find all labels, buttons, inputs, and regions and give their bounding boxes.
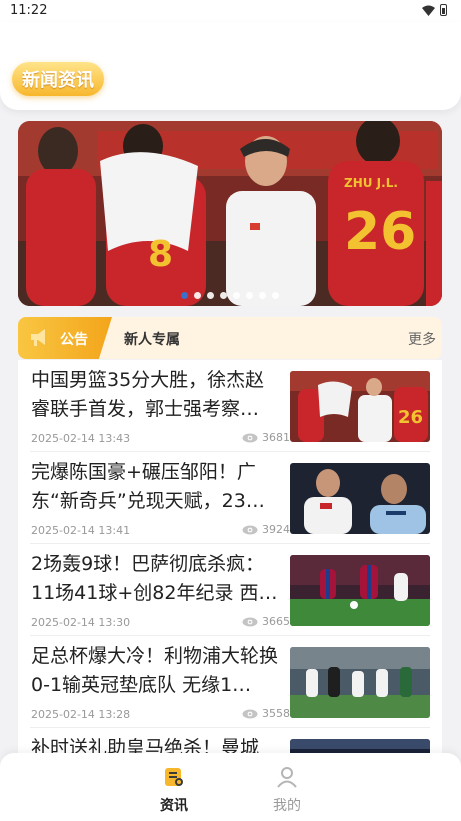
notice-label: 公告 — [60, 332, 88, 348]
news-title: 2场轰9球！巴萨彻底杀疯：11场41球+创82年纪录 西… — [31, 553, 278, 604]
news-views: 3558 — [242, 707, 290, 720]
news-date: 2025-02-14 13:43 — [31, 432, 131, 445]
page-header: 新闻资讯 — [0, 22, 461, 110]
more-link[interactable]: 更多 — [408, 329, 436, 349]
banner-carousel[interactable]: 8 ZHU J.L. 26 — [18, 121, 442, 306]
user-icon — [277, 767, 297, 788]
news-views: 3665 — [242, 615, 290, 628]
news-item[interactable]: 足总杯爆大冷！利物浦大轮换0-1输英冠垫底队 无缘1… 2025-02-14 1… — [18, 636, 442, 728]
news-icon — [165, 768, 183, 786]
wifi-icon — [422, 5, 435, 16]
news-item[interactable]: 2场轰9球！巴萨彻底杀疯：11场41球+创82年纪录 西… 2025-02-14… — [18, 544, 442, 636]
carousel-dot[interactable] — [194, 292, 201, 299]
news-thumbnail — [290, 555, 430, 626]
eye-icon — [242, 433, 258, 442]
views-count: 3681 — [262, 431, 290, 444]
status-time: 11:22 — [10, 3, 48, 18]
battery-icon — [440, 4, 447, 16]
news-thumbnail: 26 — [290, 371, 430, 442]
news-thumbnail — [290, 739, 430, 753]
eye-icon — [242, 525, 258, 534]
news-date: 2025-02-14 13:30 — [31, 616, 131, 629]
news-title: 完爆陈国豪+碾压邹阳！广东“新奇兵”兑现天赋，23… — [31, 461, 265, 512]
news-views: 3681 — [242, 431, 290, 444]
news-title: 补时送礼助皇马绝杀！曼城 — [31, 737, 260, 753]
views-count: 3924 — [262, 523, 290, 536]
jersey-name: ZHU J.L. — [344, 176, 398, 190]
carousel-dot[interactable] — [207, 292, 214, 299]
status-bar: 11:22 — [0, 0, 461, 22]
svg-text:8: 8 — [148, 234, 173, 275]
carousel-dot[interactable] — [181, 292, 188, 299]
svg-text:26: 26 — [398, 407, 423, 428]
news-list: 中国男篮35分大胜，徐杰赵睿联手首发，郭士强考察… 2025-02-14 13:… — [18, 360, 442, 753]
news-title: 足总杯爆大冷！利物浦大轮换0-1输英冠垫底队 无缘1… — [31, 645, 279, 696]
news-date: 2025-02-14 13:28 — [31, 708, 131, 721]
news-thumbnail — [290, 647, 430, 718]
bottom-tab-bar: 资讯 我的 — [0, 753, 461, 821]
news-item[interactable]: 补时送礼助皇马绝杀！曼城 — [18, 728, 442, 753]
news-date: 2025-02-14 13:41 — [31, 524, 131, 537]
news-item[interactable]: 完爆陈国豪+碾压邹阳！广东“新奇兵”兑现天赋，23… 2025-02-14 13… — [18, 452, 442, 544]
news-views: 3924 — [242, 523, 290, 536]
news-thumbnail — [290, 463, 430, 534]
page-title: 新闻资讯 — [12, 62, 104, 96]
tab-mine-label: 我的 — [273, 798, 301, 814]
views-count: 3665 — [262, 615, 290, 628]
carousel-dot[interactable] — [246, 292, 253, 299]
notice-text[interactable]: 新人专属 — [124, 329, 180, 349]
notice-bar[interactable]: 公告 新人专属 更多 — [18, 317, 442, 359]
eye-icon — [242, 617, 258, 626]
views-count: 3558 — [262, 707, 290, 720]
carousel-dot[interactable] — [272, 292, 279, 299]
banner-image: 8 ZHU J.L. 26 — [18, 121, 442, 306]
carousel-indicators — [18, 292, 442, 299]
carousel-dot[interactable] — [259, 292, 266, 299]
news-item[interactable]: 中国男篮35分大胜，徐杰赵睿联手首发，郭士强考察… 2025-02-14 13:… — [18, 360, 442, 452]
tab-news[interactable]: 资讯 — [144, 765, 204, 815]
megaphone-icon — [31, 329, 45, 346]
tab-mine[interactable]: 我的 — [257, 765, 317, 815]
carousel-dot[interactable] — [233, 292, 240, 299]
jersey-number: 26 — [344, 202, 416, 262]
news-title: 中国男篮35分大胜，徐杰赵睿联手首发，郭士强考察… — [31, 369, 265, 420]
tab-news-label: 资讯 — [160, 798, 188, 814]
carousel-dot[interactable] — [220, 292, 227, 299]
eye-icon — [242, 709, 258, 718]
